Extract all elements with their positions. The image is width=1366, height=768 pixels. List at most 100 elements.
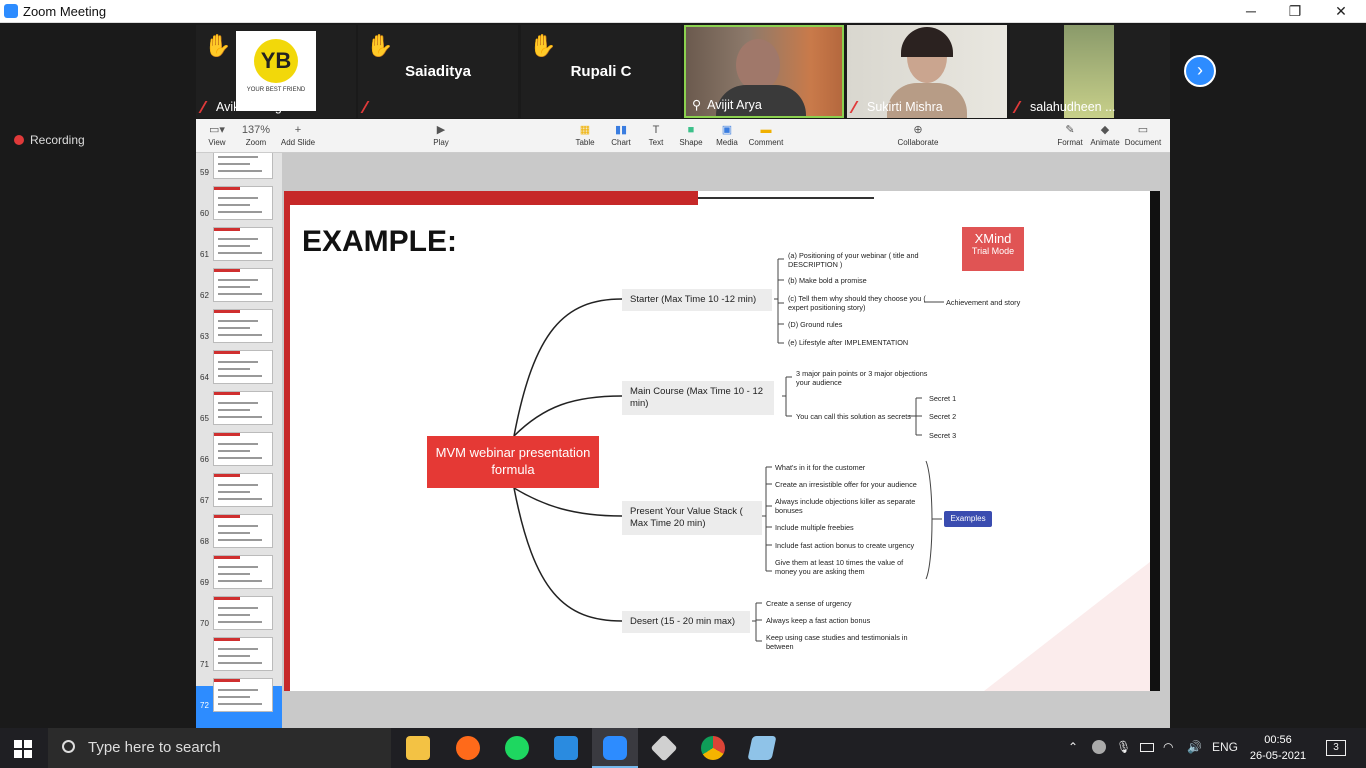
participant-name: salahudheen ... <box>1010 98 1116 116</box>
restore-button[interactable]: ❐ <box>1272 0 1318 23</box>
notepad-icon[interactable] <box>747 736 777 760</box>
slide-number: 70 <box>200 619 209 628</box>
chart-button[interactable]: ▮▮ Chart <box>608 122 634 147</box>
slide-thumbnail[interactable] <box>213 268 273 302</box>
title-bar: Zoom Meeting ─ ❐ ✕ <box>0 0 1366 23</box>
spotify-icon[interactable] <box>505 736 529 760</box>
taskbar-search[interactable]: Type here to search <box>48 728 391 768</box>
windows-taskbar: Type here to search ⌃ 🎙 ◠ 🔊 ENG 00:56 26-… <box>0 728 1366 768</box>
participant-face <box>736 39 780 91</box>
text-icon: T <box>652 124 660 136</box>
desert-item: Keep using case studies and testimonials… <box>766 633 908 651</box>
close-button[interactable]: ✕ <box>1318 0 1364 23</box>
shared-screen: ▭▾ View 137% Zoom + Add Slide ▶ Play ▦ Table … <box>196 119 1170 728</box>
slide-thumbnail[interactable] <box>213 473 273 507</box>
secret-item: Secret 2 <box>929 412 957 421</box>
vscode-icon[interactable] <box>554 736 578 760</box>
slide-thumbnail[interactable] <box>213 153 273 179</box>
recording-indicator[interactable]: Recording <box>14 133 85 147</box>
play-button[interactable]: ▶ Play <box>430 122 452 147</box>
main-course-item: 3 major pain points or 3 major objection… <box>796 369 928 387</box>
format-icon: ✎ <box>1065 124 1075 136</box>
collaborate-button[interactable]: ⊕ Collaborate <box>896 122 940 147</box>
starter-item: (D) Ground rules <box>788 320 843 329</box>
muted-mic-icon <box>198 101 214 113</box>
slide-thumbnail[interactable] <box>213 432 273 466</box>
starter-item: (c) Tell them why should they choose you… <box>788 294 926 312</box>
value-item: Create an irresistible offer for your au… <box>775 480 917 489</box>
slide-thumbnail[interactable] <box>213 596 273 630</box>
slide-number: 63 <box>200 332 209 341</box>
collaborate-icon: ⊕ <box>913 124 923 136</box>
battery-icon[interactable] <box>1140 743 1154 752</box>
participant-big-name: Rupali C <box>570 63 632 80</box>
taskbar-clock[interactable]: 00:56 26-05-2021 <box>1246 732 1310 764</box>
slide-number: 59 <box>200 168 209 177</box>
muted-mic-icon <box>360 101 376 113</box>
table-button[interactable]: ▦ Table <box>572 122 598 147</box>
participant-tile[interactable]: ✋ Saiaditya <box>358 25 518 118</box>
slide-number: 72 <box>200 701 209 710</box>
slide-thumbnail[interactable] <box>213 227 273 261</box>
slide-thumbnail[interactable] <box>213 186 273 220</box>
slide-thumbnail[interactable] <box>213 350 273 384</box>
slide-thumbnail[interactable] <box>213 391 273 425</box>
next-page-button[interactable]: › <box>1184 55 1216 87</box>
value-item: Include multiple freebies <box>775 523 854 532</box>
slide: EXAMPLE: XMind Trial Mode MVM webinar pr… <box>284 191 1160 691</box>
participant-name: Avikaa Singh <box>196 98 289 116</box>
participant-hair <box>901 27 953 57</box>
shape-button[interactable]: ■ Shape <box>678 122 704 147</box>
notification-icon[interactable]: 3 <box>1326 740 1346 756</box>
comment-button[interactable]: ▬ Comment <box>746 122 786 147</box>
secret-item: Secret 1 <box>929 394 957 403</box>
document-icon: ▭ <box>1137 124 1149 136</box>
view-button[interactable]: ▭▾ View <box>204 122 230 147</box>
participant-tile[interactable]: ✋ YB YOUR BEST FRIEND Avikaa Singh <box>196 25 356 118</box>
slide-number: 60 <box>200 209 209 218</box>
minimize-button[interactable]: ─ <box>1228 0 1274 23</box>
muted-mic-icon <box>1012 101 1028 113</box>
slide-thumbnail[interactable] <box>213 678 273 712</box>
format-button[interactable]: ✎ Format <box>1056 122 1084 147</box>
examples-tag: Examples <box>944 511 992 527</box>
branch-value-stack: Present Your Value Stack ( Max Time 20 m… <box>622 501 762 535</box>
play-icon: ▶ <box>436 124 446 136</box>
raised-hand-icon: ✋ <box>529 33 557 58</box>
microphone-icon[interactable]: 🎙 <box>1116 740 1131 754</box>
pin-icon: ⚲ <box>692 98 702 112</box>
media-button[interactable]: ▣ Media <box>714 122 740 147</box>
slide-thumbnail[interactable] <box>213 514 273 548</box>
animate-button[interactable]: ◆ Animate <box>1090 122 1120 147</box>
desert-item: Create a sense of urgency <box>766 599 852 608</box>
main-course-item: You can call this solution as secrets <box>796 412 911 421</box>
participant-tile[interactable]: ✋ Rupali C <box>521 25 681 118</box>
slide-navigator[interactable]: 59 60 61 62 63 64 65 66 67 68 69 70 71 72 <box>196 153 282 728</box>
antivirus-icon[interactable] <box>1092 740 1106 754</box>
participant-tile-video[interactable]: salahudheen ... <box>1010 25 1170 118</box>
slide-number: 65 <box>200 414 209 423</box>
firefox-icon[interactable] <box>456 736 480 760</box>
volume-icon[interactable]: 🔊 <box>1187 740 1202 754</box>
windows-start-icon[interactable] <box>14 740 32 758</box>
add-slide-button[interactable]: + Add Slide <box>280 122 316 147</box>
starter-item: (e) Lifestyle after IMPLEMENTATION <box>788 338 909 347</box>
slide-thumbnail[interactable] <box>213 309 273 343</box>
participant-tile-video[interactable]: ⚲ Avijit Arya <box>684 25 844 118</box>
zoom-select[interactable]: 137% Zoom <box>238 122 274 147</box>
slide-number: 68 <box>200 537 209 546</box>
git-icon[interactable] <box>650 734 678 762</box>
document-button[interactable]: ▭ Document <box>1124 122 1162 147</box>
participant-mic <box>358 98 378 116</box>
wifi-icon[interactable]: ◠ <box>1163 740 1173 754</box>
chevron-up-icon[interactable]: ⌃ <box>1068 740 1078 754</box>
zoom-icon[interactable] <box>603 736 627 760</box>
chrome-icon[interactable] <box>701 736 725 760</box>
language-indicator[interactable]: ENG <box>1212 740 1238 754</box>
text-button[interactable]: T Text <box>644 122 668 147</box>
participant-tile-video[interactable]: Sukirti Mishra <box>847 25 1007 118</box>
slide-thumbnail[interactable] <box>213 637 273 671</box>
file-explorer-icon[interactable] <box>406 736 430 760</box>
slide-thumbnail[interactable] <box>213 555 273 589</box>
sidebar-icon: ▭▾ <box>209 124 225 136</box>
